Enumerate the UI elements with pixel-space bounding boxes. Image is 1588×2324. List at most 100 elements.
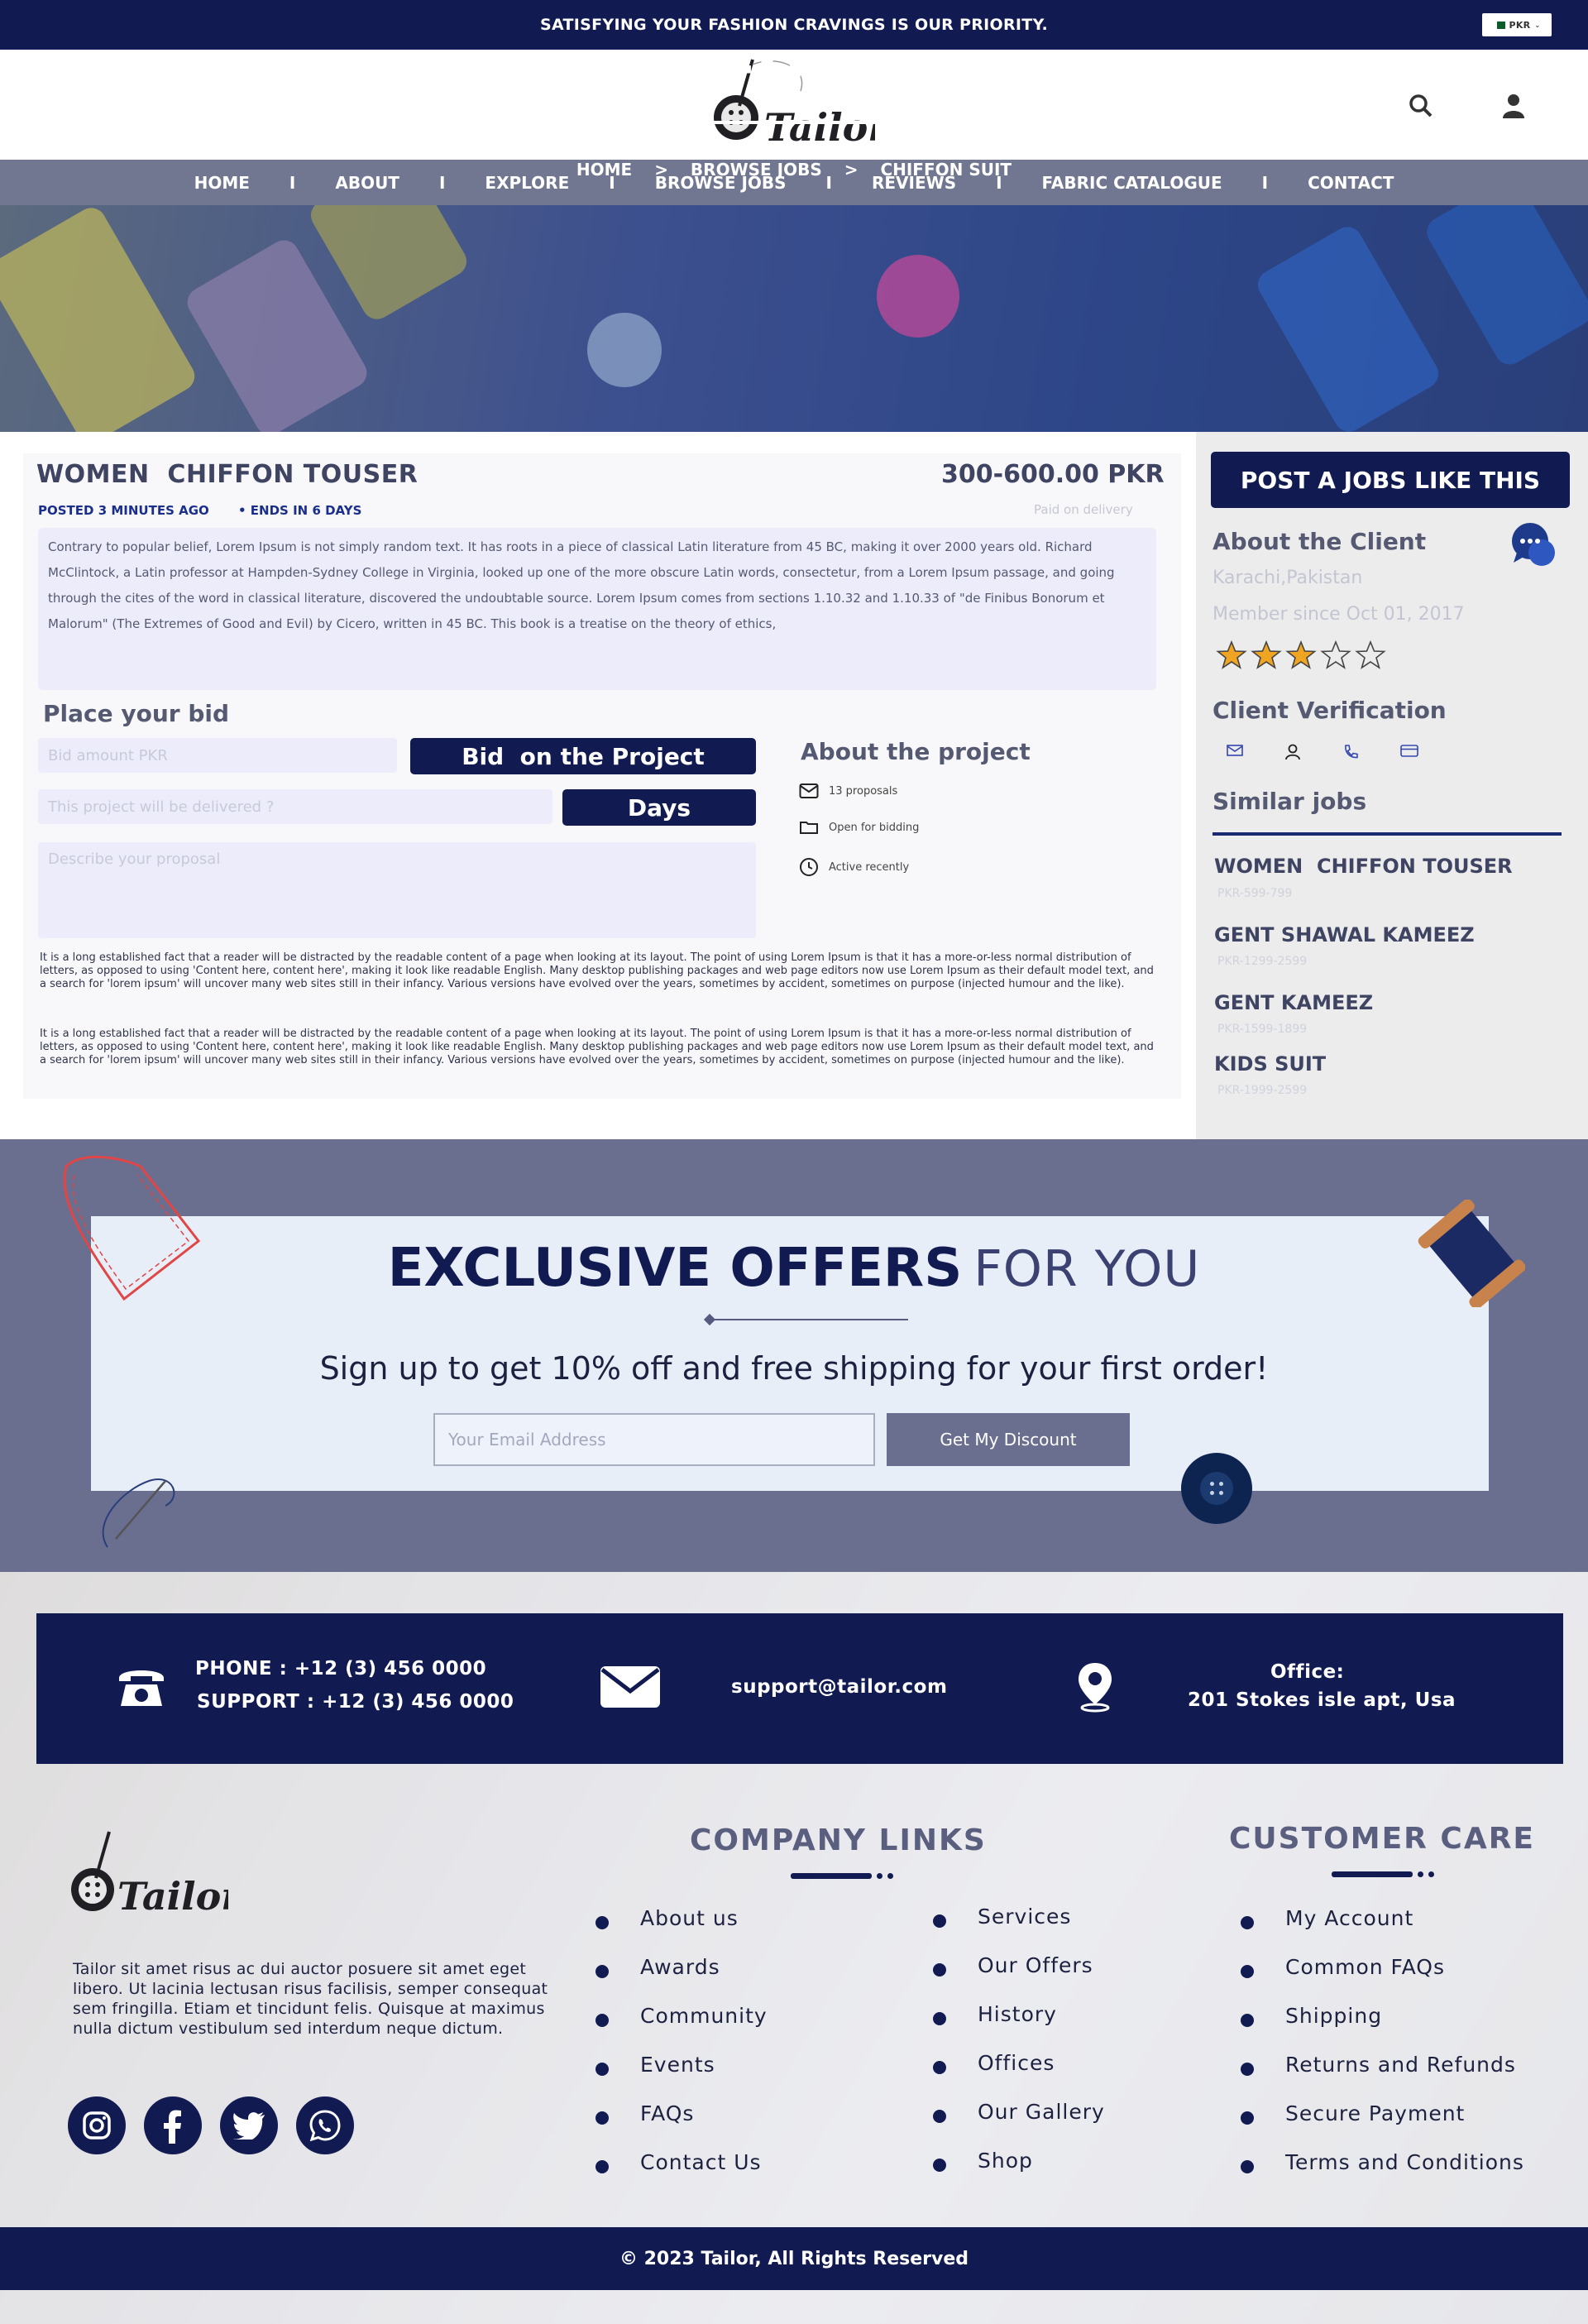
thread-spool-image xyxy=(0,205,200,432)
facebook-icon[interactable] xyxy=(144,2096,202,2154)
job-details-paragraph: It is a long established fact that a rea… xyxy=(40,951,1154,990)
footer-link[interactable]: Contact Us xyxy=(640,2150,762,2174)
office-address: 201 Stokes isle apt, Usa xyxy=(1188,1689,1456,1711)
delivery-time-input[interactable] xyxy=(38,789,552,824)
client-location: Karachi,Pakistan xyxy=(1213,568,1363,588)
offers-heading-bold: EXCLUSIVE OFFERS xyxy=(387,1238,963,1299)
breadcrumb-home[interactable]: HOME xyxy=(576,160,632,180)
support-number[interactable]: SUPPORT : +12 (3) 456 0000 xyxy=(197,1691,514,1713)
office-label: Office: xyxy=(1270,1661,1345,1683)
newsletter-email-input[interactable] xyxy=(433,1413,875,1466)
list-bullet xyxy=(933,2110,946,2123)
footer-link[interactable]: My Account xyxy=(1285,1906,1413,1930)
telephone-icon xyxy=(119,1670,164,1706)
proposal-textarea[interactable] xyxy=(38,842,756,938)
breadcrumb-separator: > xyxy=(844,160,859,180)
footer-link[interactable]: Returns and Refunds xyxy=(1285,2053,1516,2077)
footer-logo[interactable]: Tailor xyxy=(63,1827,244,1926)
heading-underline xyxy=(1332,1871,1413,1877)
offers-heading: EXCLUSIVE OFFERS FOR YOU xyxy=(0,1238,1588,1299)
customer-care-heading: CUSTOMER CARE xyxy=(1229,1822,1536,1856)
activity-row: Active recently xyxy=(799,857,909,877)
whatsapp-icon[interactable] xyxy=(296,2096,354,2154)
footer-link[interactable]: Awards xyxy=(640,1955,720,1979)
copyright-text: © 2023 Tailor, All Rights Reserved xyxy=(619,2248,969,2269)
phone-number[interactable]: PHONE : +12 (3) 456 0000 xyxy=(195,1658,486,1680)
support-email[interactable]: support@tailor.com xyxy=(731,1676,947,1698)
footer-link[interactable]: History xyxy=(978,2002,1057,2026)
star-empty-icon xyxy=(1320,640,1351,669)
email-icon xyxy=(600,1666,660,1708)
bid-amount-input[interactable] xyxy=(38,738,397,773)
bidding-status-row: Open for bidding xyxy=(799,819,919,836)
star-filled-icon xyxy=(1251,640,1282,669)
list-bullet xyxy=(933,1963,946,1977)
company-links-heading: COMPANY LINKS xyxy=(690,1823,987,1857)
list-bullet xyxy=(596,1916,609,1929)
sewing-button-icon xyxy=(1181,1453,1252,1524)
chat-icon[interactable] xyxy=(1509,520,1560,571)
footer-link[interactable]: Events xyxy=(640,2053,715,2077)
list-bullet xyxy=(933,2159,946,2172)
post-similar-job-button[interactable]: POST A JOBS LIKE THIS xyxy=(1211,452,1570,508)
bid-heading: Place your bid xyxy=(43,700,230,727)
breadcrumb-browse-jobs[interactable]: BROWSE JOBS xyxy=(691,160,822,180)
footer-link[interactable]: Community xyxy=(640,2004,768,2028)
footer-link[interactable]: Common FAQs xyxy=(1285,1955,1445,1979)
footer-link[interactable]: Our Gallery xyxy=(978,2100,1105,2124)
posted-time: POSTED 3 MINUTES AGO xyxy=(38,503,209,518)
currency-selector[interactable]: PKR ⌄ xyxy=(1482,13,1552,36)
footer-link[interactable]: Shipping xyxy=(1285,2004,1382,2028)
star-filled-icon xyxy=(1216,640,1247,669)
phone-icon xyxy=(1345,745,1358,759)
pakistan-flag-icon xyxy=(1493,21,1505,29)
footer-link[interactable]: Offices xyxy=(978,2051,1055,2075)
offers-divider xyxy=(708,1319,908,1320)
list-bullet xyxy=(1241,2063,1254,2076)
footer-link[interactable]: Shop xyxy=(978,2149,1033,2173)
list-bullet xyxy=(596,2014,609,2027)
similar-job-title[interactable]: KIDS SUIT xyxy=(1214,1052,1326,1076)
list-bullet xyxy=(933,2012,946,2025)
page-title: CHIFFON SUIT xyxy=(572,40,1016,103)
similar-job-price: PKR-1999-2599 xyxy=(1217,1084,1308,1097)
payment-terms: Paid on delivery xyxy=(1034,502,1133,517)
heading-underline-dot xyxy=(887,1873,893,1879)
about-client-heading: About the Client xyxy=(1213,528,1427,555)
svg-text:Tailor: Tailor xyxy=(764,105,875,150)
list-bullet xyxy=(1241,2111,1254,2125)
needle-thread-icon xyxy=(102,1478,175,1548)
list-bullet xyxy=(1241,1965,1254,1978)
card-icon xyxy=(1400,745,1418,757)
bid-on-project-button[interactable]: Bid on the Project xyxy=(410,738,756,774)
heading-underline-dot xyxy=(877,1873,882,1879)
days-button[interactable]: Days xyxy=(562,789,756,826)
similar-job-title[interactable]: WOMEN CHIFFON TOUSER xyxy=(1214,855,1513,878)
similar-job-price: PKR-599-799 xyxy=(1217,887,1293,900)
footer-link[interactable]: Terms and Conditions xyxy=(1285,2150,1524,2174)
envelope-icon xyxy=(799,783,819,798)
list-bullet xyxy=(596,1965,609,1978)
list-bullet xyxy=(596,2111,609,2125)
list-bullet xyxy=(596,2160,609,2173)
footer-link[interactable]: FAQs xyxy=(640,2101,694,2125)
star-filled-icon xyxy=(1285,640,1317,669)
breadcrumb: HOME > BROWSE JOBS > CHIFFON SUIT xyxy=(0,160,1588,180)
footer-link[interactable]: Secure Payment xyxy=(1285,2101,1465,2125)
instagram-icon[interactable] xyxy=(68,2096,126,2154)
breadcrumb-separator: > xyxy=(654,160,668,180)
footer-link[interactable]: Our Offers xyxy=(978,1953,1093,1977)
footer-link[interactable]: About us xyxy=(640,1906,739,1930)
twitter-icon[interactable] xyxy=(220,2096,278,2154)
similar-job-title[interactable]: GENT KAMEEZ xyxy=(1214,991,1373,1014)
clock-icon xyxy=(800,858,818,876)
heading-underline-dot xyxy=(1418,1871,1423,1877)
client-verification-heading: Client Verification xyxy=(1213,697,1447,724)
get-discount-button[interactable]: Get My Discount xyxy=(887,1413,1130,1466)
heading-underline-dot xyxy=(1428,1871,1434,1877)
page-hero-banner xyxy=(0,205,1588,432)
copyright-bar: © 2023 Tailor, All Rights Reserved xyxy=(0,2227,1588,2290)
similar-job-title[interactable]: GENT SHAWAL KAMEEZ xyxy=(1214,923,1475,946)
similar-job-price: PKR-1599-1899 xyxy=(1217,1023,1308,1036)
footer-link[interactable]: Services xyxy=(978,1905,1071,1929)
